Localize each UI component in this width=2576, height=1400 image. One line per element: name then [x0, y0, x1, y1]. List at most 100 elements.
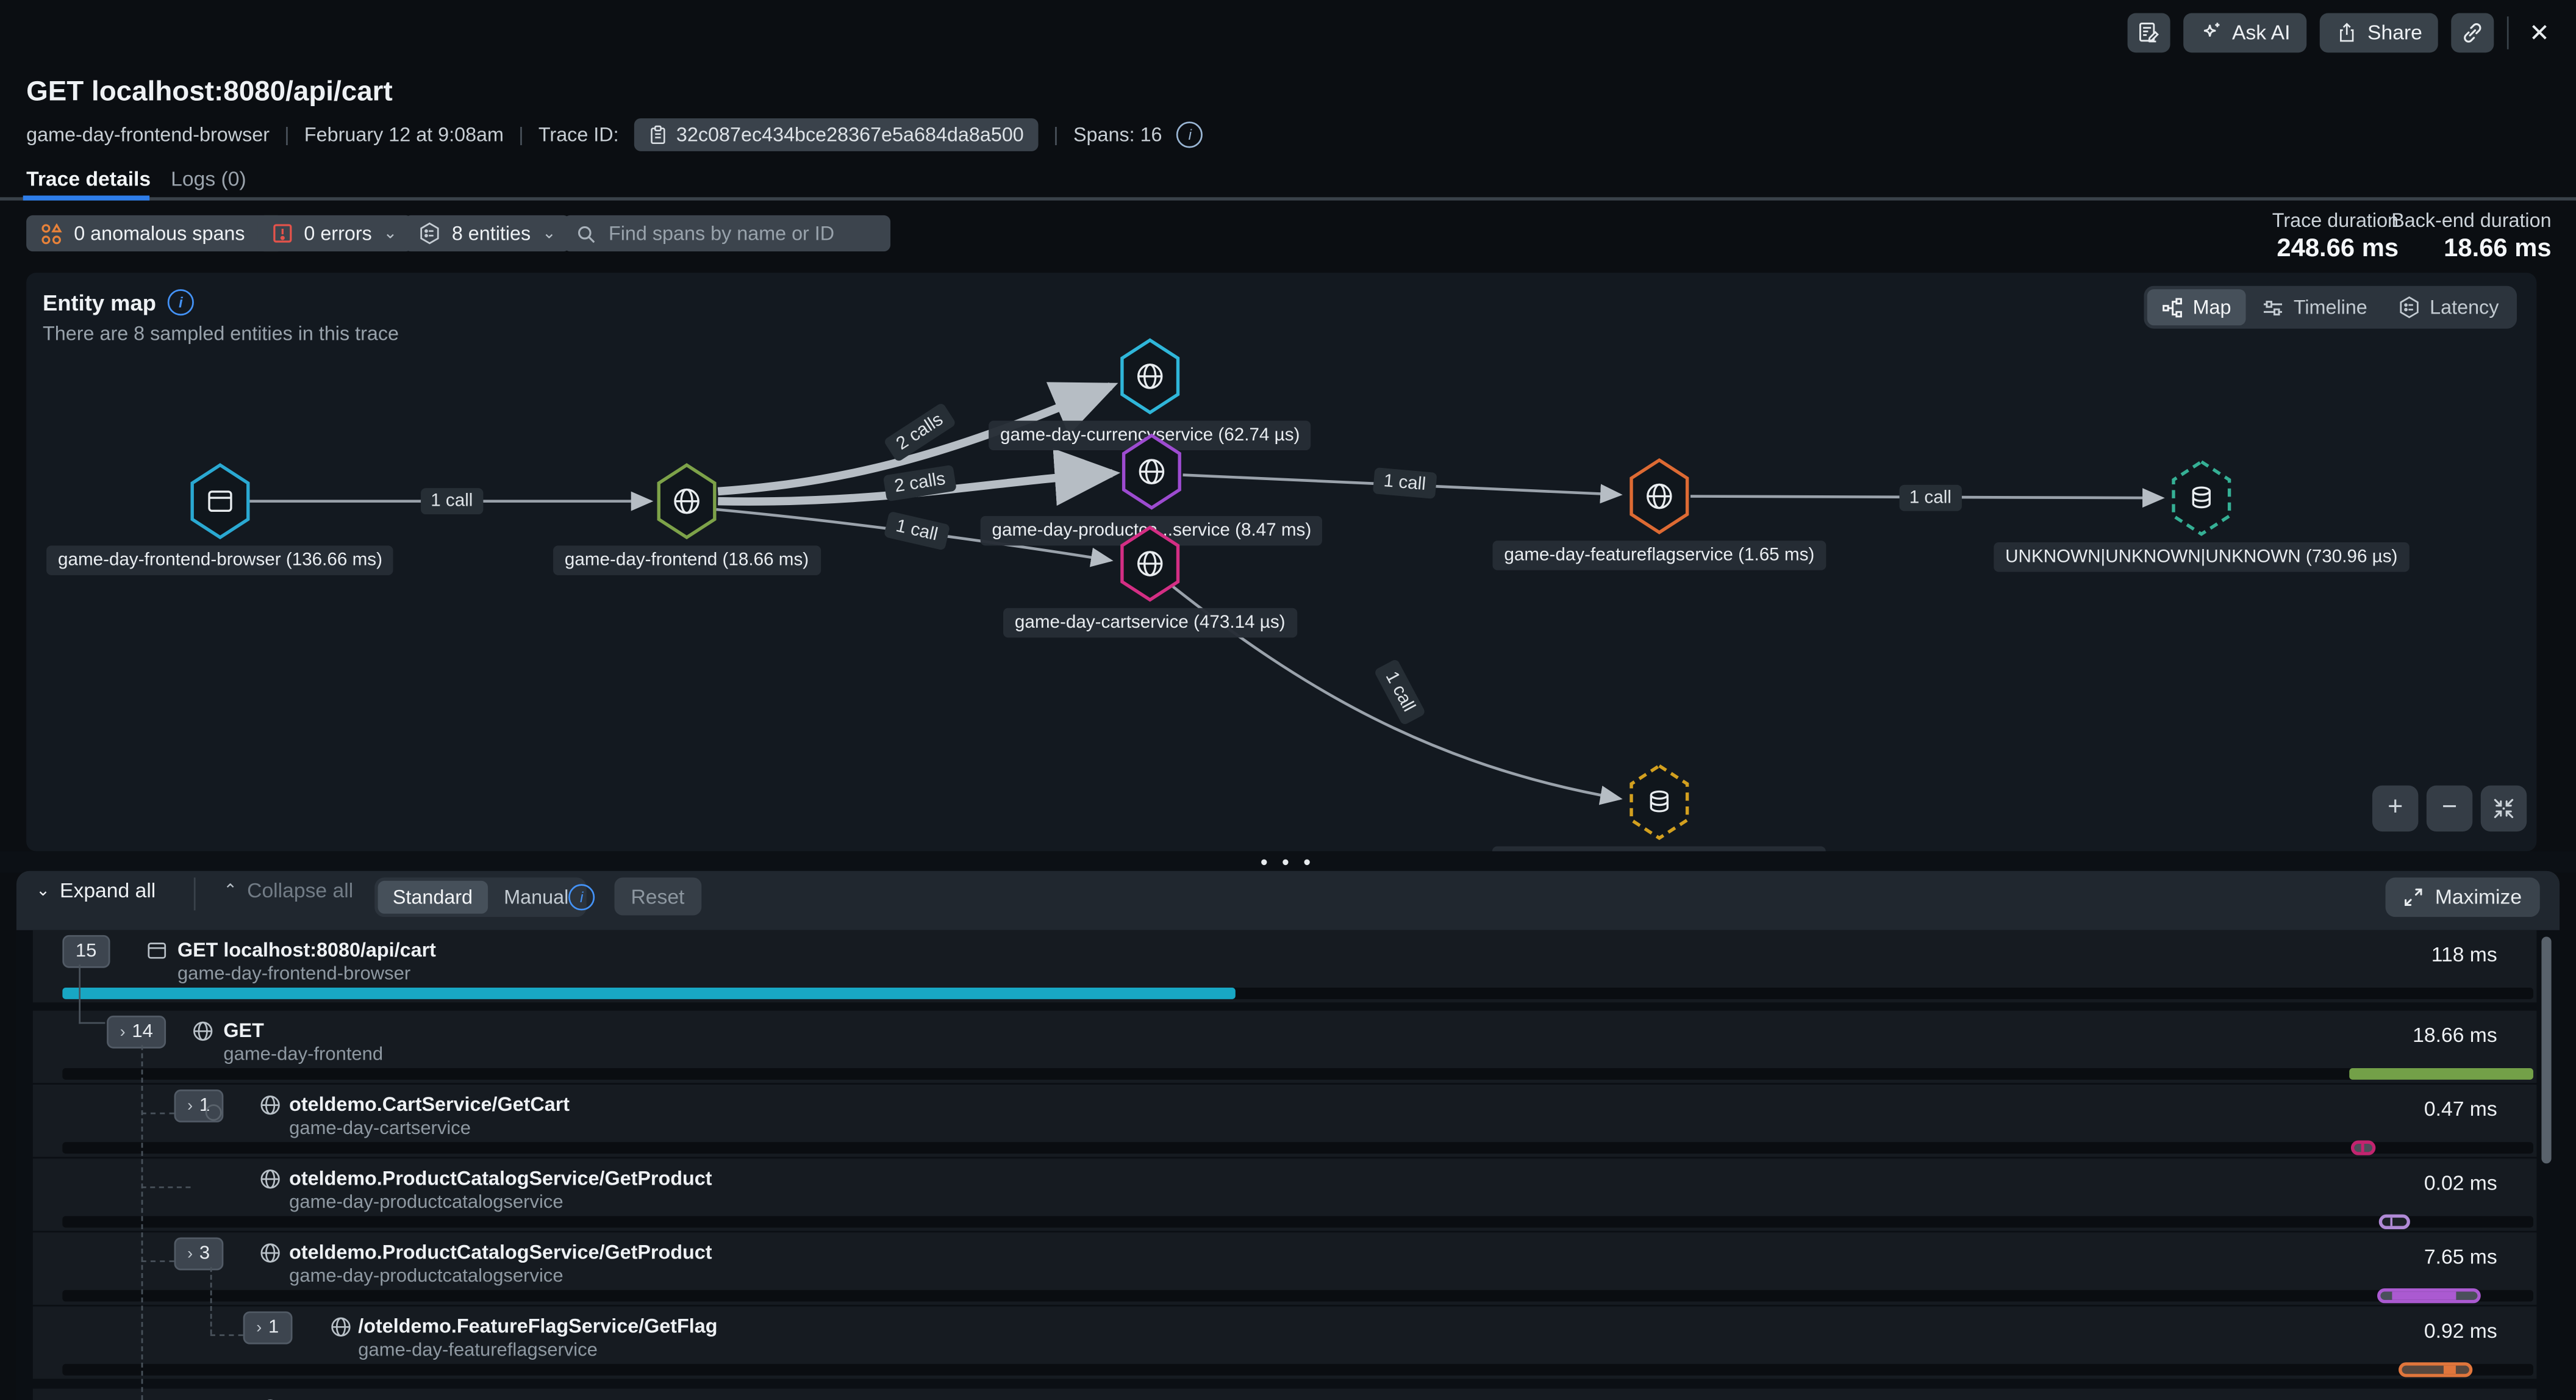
span-row[interactable]: ›14GETgame-day-frontend18.66 ms	[33, 1011, 2536, 1083]
map-node-currency[interactable]	[1117, 336, 1183, 418]
span-bar[interactable]	[2399, 1362, 2473, 1377]
chevron-right-icon: ›	[187, 1245, 193, 1263]
errors-filter[interactable]: 0 errors ⌄	[258, 215, 412, 251]
share-button[interactable]: Share	[2320, 13, 2439, 53]
span-name: GET localhost:8080/api/cart	[177, 938, 436, 961]
globe-icon	[329, 1315, 353, 1339]
anomalous-spans-filter[interactable]: 0 anomalous spans ⌄	[26, 215, 285, 251]
span-track	[62, 1142, 2533, 1154]
expand-all-button[interactable]: ⌄ Expand all	[36, 879, 156, 902]
globe-icon	[258, 1093, 282, 1117]
tab-trace-details[interactable]: Trace details	[26, 168, 151, 191]
span-track	[62, 1068, 2533, 1080]
chevron-right-icon: ›	[120, 1023, 126, 1041]
entity-map-panel: Entity map i There are 8 sampled entitie…	[26, 273, 2536, 851]
span-service: game-day-productcatalogservice	[289, 1193, 563, 1213]
span-service: game-day-productcatalogservice	[289, 1267, 563, 1287]
copy-link-button[interactable]	[2452, 13, 2494, 53]
window-actions: Ask AI Share ✕	[2127, 13, 2556, 53]
tree-connector	[79, 964, 80, 1024]
span-track	[62, 988, 2533, 999]
mode-info-icon[interactable]: i	[568, 884, 595, 910]
map-node-label: game-day-frontend-browser (136.66 ms)	[46, 545, 394, 575]
search-input[interactable]	[606, 220, 878, 246]
trace-id-chip[interactable]: 32c087ec434bce28367e5a684da8a500	[634, 118, 1039, 151]
fit-view-icon	[2492, 797, 2516, 820]
map-node-unknown[interactable]	[2169, 457, 2234, 539]
span-count-badge[interactable]: ›1	[243, 1312, 292, 1344]
meta-service: game-day-frontend-browser	[26, 123, 270, 146]
span-row[interactable]: ›3 oteldemo.ProductCatalogService/GetProd…	[33, 1232, 2536, 1305]
panel-resize-handle[interactable]: ● ● ●	[0, 851, 2576, 872]
map-node-frontend-browser[interactable]	[187, 460, 253, 542]
edge-label: 1 call	[1900, 485, 1962, 511]
span-name: oteldemo.ProductCatalogService/GetProduc…	[289, 1241, 712, 1264]
trace-details-page: Ask AI Share ✕ GET localhost:8080/api/ca…	[0, 0, 2576, 1400]
spans-info-icon[interactable]: i	[1177, 121, 1203, 148]
trace-duration-label: Trace duration	[2272, 209, 2399, 232]
span-row[interactable]	[33, 1388, 2536, 1400]
error-icon	[273, 223, 292, 243]
span-bar[interactable]	[2349, 1068, 2533, 1080]
tree-connector	[141, 1045, 143, 1400]
ask-ai-label: Ask AI	[2232, 21, 2290, 45]
maximize-icon	[2404, 888, 2424, 907]
map-node-redis[interactable]	[1626, 761, 1692, 843]
tree-connector	[210, 1334, 243, 1336]
span-row[interactable]: oteldemo.ProductCatalogService/GetProduc…	[33, 1158, 2536, 1231]
map-node-label: game-day-cartservice (473.14 µs)	[1003, 608, 1297, 637]
entities-filter[interactable]: 8 entities ⌄	[404, 215, 571, 251]
entity-map-graph: 1 call2 calls2 calls1 call1 call1 call1 …	[26, 273, 2536, 851]
span-track	[62, 1216, 2533, 1227]
edge-label: 1 call	[421, 488, 483, 514]
sparkle-icon	[2199, 21, 2222, 45]
maximize-button[interactable]: Maximize	[2386, 878, 2540, 917]
span-bar[interactable]	[2379, 1215, 2410, 1229]
globe-icon	[258, 1167, 282, 1191]
map-node-product[interactable]	[1119, 431, 1185, 513]
trace-duration: Trace duration 248.66 ms	[2272, 209, 2399, 265]
chevron-down-icon: ⌄	[542, 224, 556, 243]
map-node-label: game-day-frontend (18.66 ms)	[553, 545, 820, 575]
span-count-badge[interactable]: 15	[62, 935, 110, 968]
zoom-out-button[interactable]: −	[2427, 786, 2472, 831]
span-count-badge[interactable]: ›14	[107, 1016, 166, 1049]
anomalous-label: 0 anomalous spans	[74, 222, 245, 245]
waterfall-panel: ⌄ Expand all ⌃ Collapse all Standard Man…	[16, 871, 2560, 1400]
map-node-cart[interactable]	[1117, 523, 1183, 605]
span-name: /oteldemo.FeatureFlagService/GetFlag	[358, 1315, 717, 1338]
reset-button[interactable]: Reset	[615, 878, 701, 916]
globe-icon	[190, 1019, 215, 1043]
collapse-all-button[interactable]: ⌃ Collapse all	[223, 879, 353, 902]
span-row[interactable]: ›1oteldemo.CartService/GetCartgame-day-c…	[33, 1085, 2536, 1157]
span-row[interactable]: 15GET localhost:8080/api/cartgame-day-fr…	[33, 930, 2536, 1003]
zoom-in-button[interactable]: +	[2372, 786, 2418, 831]
backend-duration-value: 18.66 ms	[2391, 235, 2551, 264]
edge-label: 1 call	[1373, 467, 1437, 499]
tab-logs[interactable]: Logs (0)	[171, 168, 246, 191]
fit-view-button[interactable]	[2481, 786, 2527, 831]
span-row[interactable]: ›1/oteldemo.FeatureFlagService/GetFlag ga…	[33, 1307, 2536, 1379]
chevron-up-icon: ⌃	[223, 881, 237, 900]
clipboard-icon	[648, 125, 667, 145]
ask-ai-button[interactable]: Ask AI	[2183, 13, 2306, 53]
span-bar[interactable]	[2378, 1288, 2481, 1303]
span-search[interactable]	[564, 215, 890, 251]
span-list: 15GET localhost:8080/api/cartgame-day-fr…	[16, 930, 2560, 1400]
link-icon	[2462, 21, 2485, 45]
span-count-badge[interactable]: ›3	[174, 1237, 223, 1270]
close-icon[interactable]: ✕	[2522, 18, 2556, 48]
map-node-frontend[interactable]	[654, 460, 720, 542]
span-bar[interactable]	[62, 988, 1236, 999]
waterfall-toolbar: ⌄ Expand all ⌃ Collapse all Standard Man…	[16, 871, 2560, 924]
mode-switcher: Standard Manual	[374, 878, 587, 917]
tree-connector	[210, 1267, 212, 1334]
notes-button[interactable]	[2127, 13, 2170, 53]
span-service: game-day-featureflagservice	[358, 1341, 598, 1360]
scrollbar-thumb[interactable]	[2541, 937, 2551, 1164]
span-bar[interactable]	[2350, 1141, 2375, 1155]
mode-standard-button[interactable]: Standard	[378, 881, 488, 914]
active-tab-indicator	[23, 196, 149, 200]
backend-duration: Back-end duration 18.66 ms	[2391, 209, 2551, 265]
map-node-featureflag[interactable]	[1626, 455, 1692, 537]
